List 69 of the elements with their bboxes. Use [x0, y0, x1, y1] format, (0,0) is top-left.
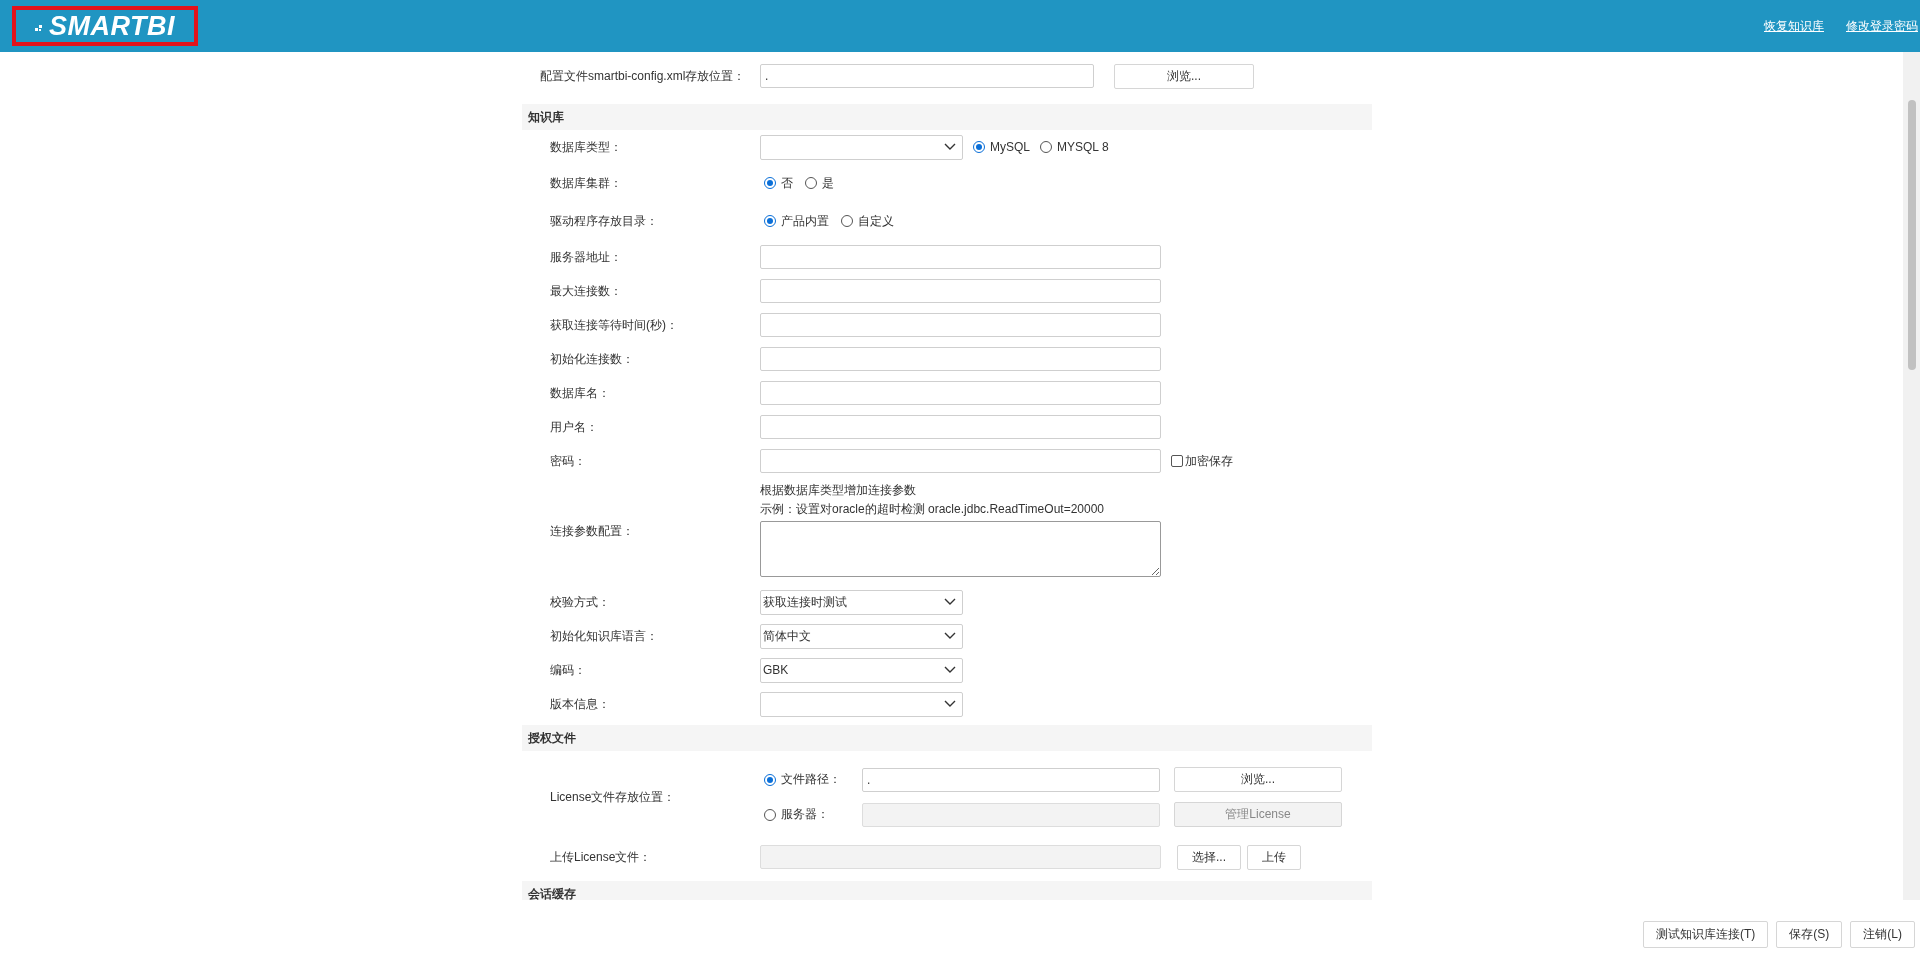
chevron-down-icon [944, 598, 956, 606]
text-field[interactable] [760, 279, 1161, 303]
select-field[interactable]: 简体中文 [760, 623, 963, 649]
hint-text: 示例：设置对oracle的超时检测 oracle.jdbc.ReadTimeOut=20000 [760, 501, 1105, 518]
select-field[interactable]: GBK [760, 657, 963, 683]
path-field[interactable]: . [862, 767, 1160, 792]
field-label: 编码： [550, 661, 587, 679]
field-label: 最大连接数： [550, 282, 623, 300]
field-label: 驱动程序存放目录： [550, 212, 659, 230]
text-field[interactable] [760, 381, 1161, 405]
chevron-down-icon [944, 666, 956, 674]
field-label: 校验方式： [550, 593, 611, 611]
radio-label: 自定义 [858, 212, 894, 230]
radio-button[interactable] [764, 177, 776, 189]
radio-label: 是 [822, 174, 834, 192]
footer-button[interactable]: 测试知识库连接(T) [1643, 921, 1769, 948]
text-field[interactable] [760, 245, 1161, 269]
radio-label: 文件路径： [781, 771, 841, 788]
field-label: License文件存放位置： [550, 788, 677, 806]
browse-button[interactable]: 浏览... [1114, 63, 1254, 89]
upload-button[interactable]: 选择... [1177, 844, 1241, 870]
radio-label: 服务器： [781, 806, 829, 823]
field-label: 数据库集群： [550, 174, 623, 192]
chevron-down-icon [944, 700, 956, 708]
field-label: 获取连接等待时间(秒)： [550, 316, 679, 334]
field-label: 上传License文件： [550, 848, 653, 866]
radio-label: 产品内置 [781, 212, 829, 230]
radio-button[interactable] [805, 177, 817, 189]
select-field[interactable] [760, 134, 963, 160]
select-field[interactable] [760, 691, 963, 717]
radio-label: MYSQL 8 [1057, 140, 1109, 154]
field-label: 配置文件smartbi-config.xml存放位置： [540, 67, 747, 85]
field-label: 连接参数配置： [550, 523, 635, 540]
path-field[interactable]: . [760, 64, 1094, 88]
chevron-down-icon [944, 143, 956, 151]
radio-button[interactable] [764, 773, 776, 786]
radio-button[interactable] [1040, 141, 1052, 153]
footer-button[interactable]: 保存(S) [1776, 921, 1843, 948]
field-label: 服务器地址： [550, 248, 623, 266]
radio-button[interactable] [764, 215, 776, 227]
textarea-field[interactable] [760, 521, 1161, 577]
logo: SMARTBI [12, 6, 198, 46]
radio-button[interactable] [973, 141, 985, 153]
section-header: 会话缓存 [522, 881, 1372, 900]
action-button[interactable]: 浏览... [1174, 767, 1342, 792]
field-label: 初始化连接数： [550, 350, 635, 368]
scrollbar[interactable] [1903, 52, 1920, 900]
radio-button[interactable] [841, 215, 853, 227]
field-label: 数据库名： [550, 384, 611, 402]
radio-label: MySQL [990, 140, 1030, 154]
field-label: 数据库类型： [550, 138, 623, 156]
checkbox-label: 加密保存 [1185, 452, 1233, 470]
text-field[interactable] [760, 347, 1161, 371]
password-field[interactable] [760, 449, 1161, 473]
text-field[interactable] [760, 313, 1161, 337]
field-label: 用户名： [550, 418, 599, 436]
field-label: 版本信息： [550, 695, 611, 713]
select-field[interactable]: 获取连接时测试 [760, 589, 963, 615]
radio-label: 否 [781, 174, 793, 192]
hint-text: 根据数据库类型增加连接参数 [760, 482, 917, 499]
footer-button[interactable]: 注销(L) [1850, 921, 1915, 948]
upload-button[interactable]: 上传 [1247, 844, 1301, 870]
field-label: 初始化知识库语言： [550, 627, 659, 645]
field-label: 密码： [550, 452, 587, 470]
chevron-down-icon [944, 632, 956, 640]
section-header: 授权文件 [522, 725, 1372, 751]
checkbox[interactable] [1171, 455, 1183, 467]
section-header: 知识库 [522, 104, 1372, 130]
text-field[interactable] [760, 415, 1161, 439]
